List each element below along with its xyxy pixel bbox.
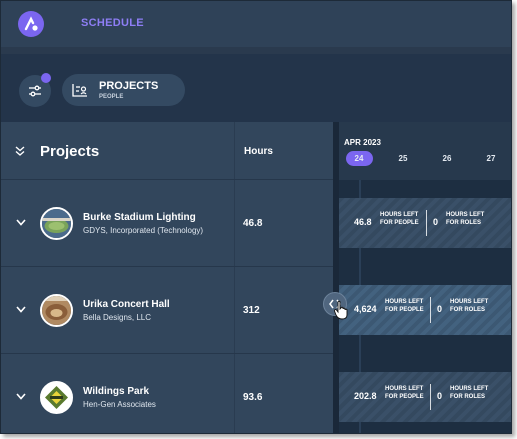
role-hours-value: 0: [437, 304, 443, 314]
chevron-down-icon[interactable]: [16, 306, 26, 313]
project-row[interactable]: Urika Concert Hall Bella Designs, LLC 31…: [1, 267, 333, 354]
role-hours-label: HOURS LEFT FOR ROLES: [450, 299, 489, 313]
project-avatar: [40, 294, 73, 327]
projects-column-header[interactable]: Projects: [40, 143, 99, 160]
hours-column-header[interactable]: Hours: [244, 146, 273, 157]
project-row[interactable]: Wildings Park Hen-Gen Associates 93.6: [1, 354, 333, 433]
bar-divider: [430, 297, 431, 323]
hand-cursor-icon: [334, 300, 348, 320]
role-hours-label: HOURS LEFT FOR ROLES: [450, 386, 489, 400]
role-hours-value: 0: [433, 217, 439, 227]
project-hours: 312: [243, 305, 260, 316]
timeline-day[interactable]: 25: [390, 154, 416, 163]
toolbar: PROJECTS PEOPLE: [1, 54, 511, 122]
project-avatar: [40, 207, 73, 240]
project-name: Burke Stadium Lighting: [83, 212, 196, 223]
view-switcher-button[interactable]: PROJECTS PEOPLE: [62, 74, 185, 106]
month-label: APR 2023: [344, 138, 381, 147]
view-subtitle: PEOPLE: [99, 94, 124, 100]
grid-header: Projects Hours: [1, 122, 333, 180]
people-hours-label: HOURS LEFT FOR PEOPLE: [380, 212, 419, 226]
people-hours-value: 202.8: [354, 391, 377, 401]
view-title: PROJECTS: [99, 80, 159, 92]
project-avatar: [40, 381, 73, 414]
people-hours-label: HOURS LEFT FOR PEOPLE: [385, 386, 424, 400]
app-logo-icon[interactable]: [18, 11, 44, 37]
filter-active-indicator: [41, 73, 51, 83]
project-name: Urika Concert Hall: [83, 299, 170, 310]
project-client: Bella Designs, LLC: [83, 313, 152, 322]
chevron-down-icon[interactable]: [16, 393, 26, 400]
role-hours-label: HOURS LEFT FOR ROLES: [446, 212, 485, 226]
project-row[interactable]: Burke Stadium Lighting GDYS, Incorporate…: [1, 180, 333, 267]
project-hours: 93.6: [243, 392, 263, 403]
project-hours: 46.8: [243, 218, 263, 229]
project-client: Hen-Gen Associates: [83, 400, 156, 409]
project-name: Wildings Park: [83, 386, 150, 397]
bar-divider: [430, 384, 431, 410]
people-hours-value: 46.8: [354, 217, 372, 227]
allocation-bar[interactable]: 202.8 HOURS LEFT FOR PEOPLE 0 HOURS LEFT…: [339, 372, 511, 422]
timeline-day[interactable]: 24: [346, 154, 372, 163]
allocation-bar[interactable]: 4,624 HOURS LEFT FOR PEOPLE 0 HOURS LEFT…: [339, 285, 511, 335]
role-hours-value: 0: [437, 391, 443, 401]
bar-divider: [426, 210, 427, 236]
timeline-day[interactable]: 27: [478, 154, 504, 163]
app-window: SCHEDULE PROJECTS PEOPLE Projects Hours …: [0, 0, 512, 434]
top-bar: SCHEDULE: [1, 1, 511, 47]
sliders-icon: [29, 85, 41, 97]
timeline-header: APR 2023 24 25 26 27: [339, 122, 511, 180]
project-people-icon: [72, 84, 87, 97]
project-client: GDYS, Incorporated (Technology): [83, 226, 204, 235]
people-hours-label: HOURS LEFT FOR PEOPLE: [385, 299, 424, 313]
timeline-day[interactable]: 26: [434, 154, 460, 163]
chevron-down-icon[interactable]: [16, 219, 26, 226]
allocation-bar[interactable]: 46.8 HOURS LEFT FOR PEOPLE 0 HOURS LEFT …: [339, 198, 511, 248]
projects-panel: Projects Hours Burke Stadium Lighting GD…: [1, 122, 333, 433]
schedule-grid: Projects Hours Burke Stadium Lighting GD…: [1, 122, 511, 433]
collapse-all-icon[interactable]: [15, 146, 25, 156]
page-title[interactable]: SCHEDULE: [81, 17, 144, 29]
people-hours-value: 4,624: [354, 304, 377, 314]
